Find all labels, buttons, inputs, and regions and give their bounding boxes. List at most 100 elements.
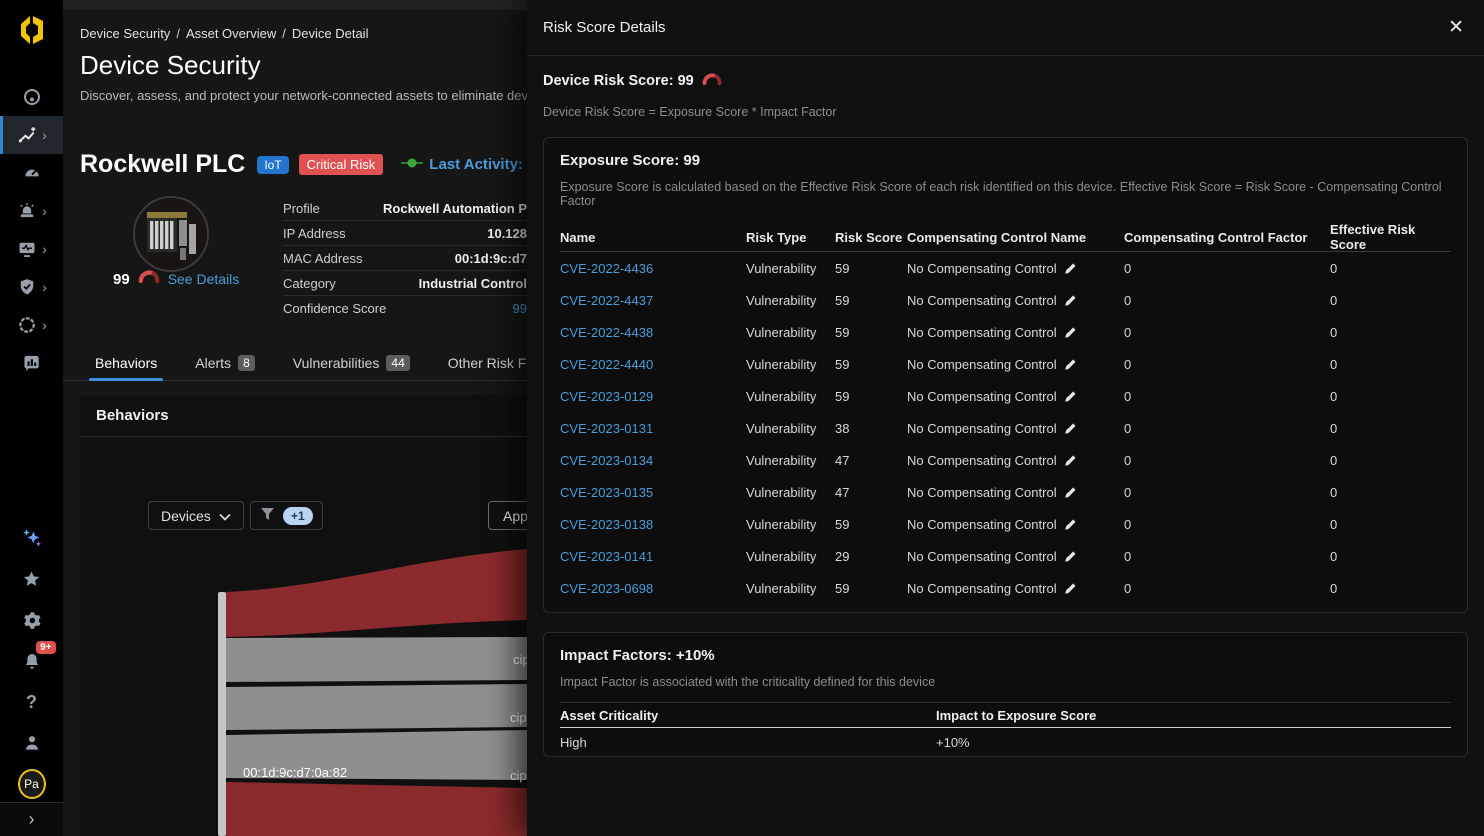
- risk-type-cell: Vulnerability: [746, 357, 835, 372]
- control-factor-cell: 0: [1124, 581, 1330, 596]
- cve-link[interactable]: CVE-2022-4438: [560, 325, 746, 340]
- control-factor-cell: 0: [1124, 517, 1330, 532]
- exposure-description: Exposure Score is calculated based on th…: [560, 180, 1451, 208]
- edit-pencil-icon[interactable]: [1064, 294, 1077, 307]
- sidebar-item-star[interactable]: [18, 567, 46, 591]
- chevron-right-icon: ›: [42, 204, 47, 218]
- breadcrumb-separator: /: [282, 26, 286, 41]
- cve-link[interactable]: CVE-2023-0134: [560, 453, 746, 468]
- edit-pencil-icon[interactable]: [1064, 390, 1077, 403]
- close-icon[interactable]: ✕: [1448, 18, 1464, 37]
- column-header: Risk Score: [835, 230, 907, 245]
- sidebar: ››››› 9+?Pa ›: [0, 0, 63, 836]
- panel-title: Risk Score Details: [543, 19, 666, 36]
- chevron-right-icon: ›: [29, 809, 35, 830]
- filter-button[interactable]: +1: [250, 501, 323, 530]
- impact-heading: Impact Factors: +10%: [560, 647, 1451, 664]
- risk-type-cell: Vulnerability: [746, 325, 835, 340]
- cve-link[interactable]: CVE-2023-0135: [560, 485, 746, 500]
- sidebar-item-journey[interactable]: ›: [0, 116, 63, 154]
- table-row: CVE-2023-0134 Vulnerability 47 No Compen…: [560, 444, 1451, 476]
- app-root: ››››› 9+?Pa › Device Security/Asset Over…: [0, 0, 1484, 836]
- tab-behaviors[interactable]: Behaviors: [95, 355, 157, 380]
- sidebar-expand-button[interactable]: ›: [0, 802, 63, 836]
- tab-vulnerabilities[interactable]: Vulnerabilities44: [293, 355, 410, 380]
- cve-link[interactable]: CVE-2022-4437: [560, 293, 746, 308]
- effective-score-cell: 0: [1330, 581, 1451, 596]
- column-header: Compensating Control Factor: [1124, 230, 1330, 245]
- sidebar-item-gauge[interactable]: [0, 154, 63, 192]
- edit-pencil-icon[interactable]: [1064, 582, 1077, 595]
- profile-row: IP Address 10.128: [283, 221, 527, 246]
- breadcrumb-item[interactable]: Device Detail: [292, 26, 369, 41]
- cve-link[interactable]: CVE-2023-0129: [560, 389, 746, 404]
- user-avatar[interactable]: Pa: [18, 772, 46, 796]
- sidebar-item-shield-check[interactable]: ›: [0, 268, 63, 306]
- cve-link[interactable]: CVE-2022-4436: [560, 261, 746, 276]
- table-row: CVE-2022-4440 Vulnerability 59 No Compen…: [560, 348, 1451, 380]
- table-row: CVE-2022-4437 Vulnerability 59 No Compen…: [560, 284, 1451, 316]
- edit-pencil-icon[interactable]: [1064, 358, 1077, 371]
- avatar: Pa: [18, 769, 46, 799]
- sidebar-item-bell[interactable]: 9+: [18, 649, 46, 673]
- control-factor-cell: 0: [1124, 485, 1330, 500]
- devices-dropdown-label: Devices: [161, 508, 211, 524]
- edit-pencil-icon[interactable]: [1064, 262, 1077, 275]
- chevron-right-icon: ›: [42, 318, 47, 332]
- edit-pencil-icon[interactable]: [1064, 550, 1077, 563]
- risk-score-cell: 38: [835, 421, 907, 436]
- risk-score-cell: 59: [835, 357, 907, 372]
- last-activity-label: Last Activity:: [429, 156, 523, 173]
- cve-link[interactable]: CVE-2023-0698: [560, 581, 746, 596]
- risk-type-cell: Vulnerability: [746, 261, 835, 276]
- sidebar-item-monitor-pulse[interactable]: ›: [0, 230, 63, 268]
- risk-score-cell: 59: [835, 293, 907, 308]
- profile-row: MAC Address 00:1d:9c:d7: [283, 246, 527, 271]
- device-type-badge: IoT: [257, 156, 288, 174]
- effective-score-cell: 0: [1330, 261, 1451, 276]
- sidebar-item-bar-chart[interactable]: [0, 344, 63, 382]
- profile-value[interactable]: 99: [513, 301, 527, 316]
- cve-link[interactable]: CVE-2023-0141: [560, 549, 746, 564]
- profile-label: IP Address: [283, 226, 346, 241]
- sidebar-item-dotted-circle[interactable]: ›: [0, 306, 63, 344]
- risk-type-cell: Vulnerability: [746, 517, 835, 532]
- edit-pencil-icon[interactable]: [1064, 486, 1077, 499]
- claroty-logo[interactable]: [14, 10, 50, 50]
- control-factor-cell: 0: [1124, 293, 1330, 308]
- profile-value: 00:1d:9c:d7: [455, 251, 527, 266]
- tab-alerts[interactable]: Alerts8: [195, 355, 254, 380]
- impact-factors-card: Impact Factors: +10% Impact Factor is as…: [543, 632, 1468, 757]
- sidebar-item-gear[interactable]: [18, 608, 46, 632]
- breadcrumb-item[interactable]: Asset Overview: [186, 26, 276, 41]
- sidebar-item-question[interactable]: ?: [18, 690, 46, 714]
- cve-link[interactable]: CVE-2023-0933: [560, 613, 746, 614]
- profile-value: Industrial Control: [419, 276, 527, 291]
- risk-type-cell: Vulnerability: [746, 389, 835, 404]
- control-factor-cell: 0: [1124, 613, 1330, 614]
- exposure-table-header: NameRisk TypeRisk ScoreCompensating Cont…: [560, 222, 1451, 252]
- journey-icon: [16, 124, 38, 146]
- sidebar-item-person[interactable]: [18, 731, 46, 755]
- sidebar-item-focus[interactable]: [0, 78, 63, 116]
- cve-link[interactable]: CVE-2023-0138: [560, 517, 746, 532]
- edit-pencil-icon[interactable]: [1064, 422, 1077, 435]
- control-name-cell: No Compensating Control: [907, 613, 1057, 614]
- see-details-link[interactable]: See Details: [168, 271, 240, 287]
- risk-score-cell: 47: [835, 453, 907, 468]
- risk-score-cell: 59: [835, 517, 907, 532]
- sidebar-item-siren[interactable]: ›: [0, 192, 63, 230]
- devices-dropdown[interactable]: Devices: [148, 501, 244, 530]
- edit-pencil-icon[interactable]: [1064, 454, 1077, 467]
- risk-gauge-icon: [138, 270, 160, 288]
- profile-label: Confidence Score: [283, 301, 386, 316]
- edit-pencil-icon[interactable]: [1064, 326, 1077, 339]
- effective-score-cell: 0: [1330, 421, 1451, 436]
- control-factor-cell: 0: [1124, 261, 1330, 276]
- device-risk-score: 99: [113, 271, 130, 288]
- edit-pencil-icon[interactable]: [1064, 518, 1077, 531]
- sidebar-item-sparkles[interactable]: [18, 526, 46, 550]
- cve-link[interactable]: CVE-2022-4440: [560, 357, 746, 372]
- breadcrumb-item[interactable]: Device Security: [80, 26, 170, 41]
- cve-link[interactable]: CVE-2023-0131: [560, 421, 746, 436]
